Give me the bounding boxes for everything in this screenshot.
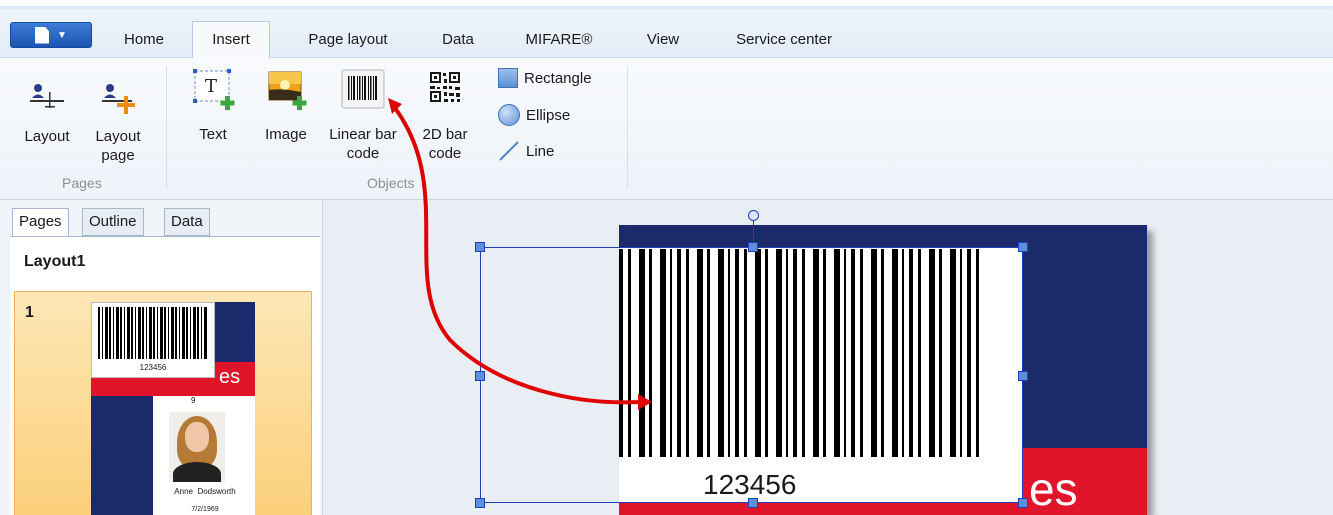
annotation-arrow: [388, 98, 652, 410]
